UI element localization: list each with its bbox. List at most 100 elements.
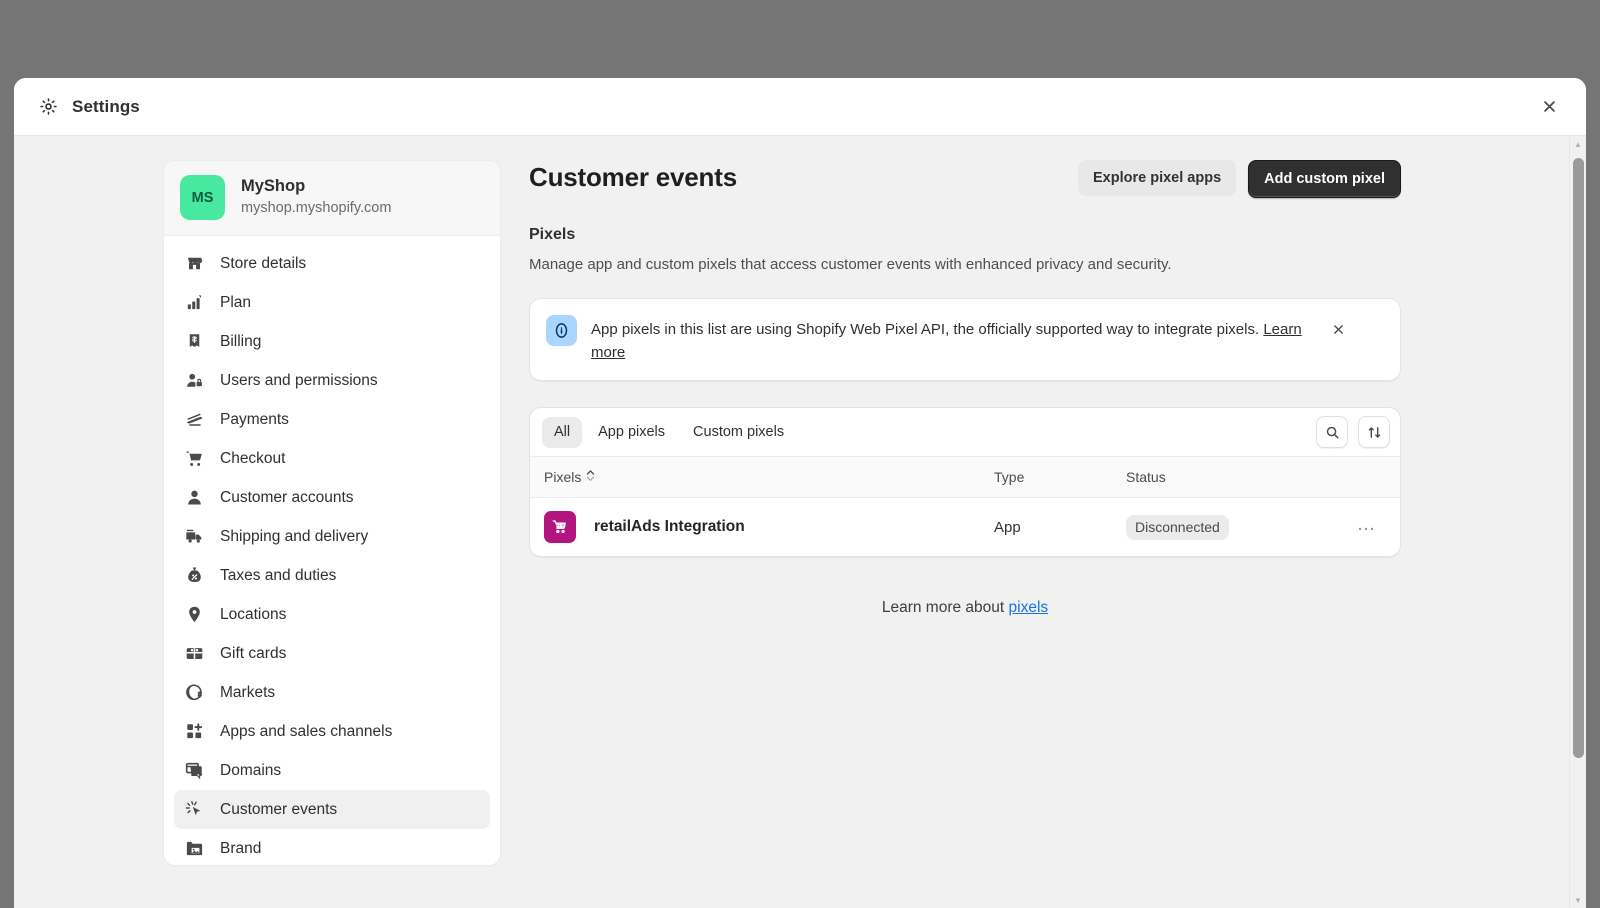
table-header-row: Pixels Type Status (530, 457, 1400, 498)
banner-message: App pixels in this list are using Shopif… (591, 321, 1263, 338)
settings-modal: Settings MS MyShop myshop.myshopify.com … (14, 78, 1586, 908)
sidebar-item-label: Store details (220, 255, 306, 273)
globe-dollar-icon (184, 683, 204, 703)
sidebar-item-label: Plan (220, 294, 251, 312)
sidebar-nav: Store details Plan Billing Users and permis… (164, 236, 500, 866)
pixels-toolbar: AllApp pixelsCustom pixels (530, 408, 1400, 457)
explore-pixel-apps-button[interactable]: Explore pixel apps (1078, 160, 1236, 196)
delivery-truck-icon (184, 527, 204, 547)
cell-actions: … (1342, 512, 1382, 542)
column-header-status: Status (1126, 469, 1342, 485)
payment-card-icon (184, 410, 204, 430)
cell-type: App (994, 519, 1126, 536)
receipt-dollar-icon (184, 332, 204, 352)
customer-events-title: Customer events (529, 160, 1066, 193)
shopping-cart-app-icon (544, 511, 576, 543)
pixels-table-body: retailAds IntegrationAppDisconnected … (530, 498, 1400, 556)
sidebar-item-label: Users and permissions (220, 372, 378, 390)
sidebar-item-payments[interactable]: Payments (174, 400, 490, 439)
sidebar-item-label: Shipping and delivery (220, 528, 368, 546)
column-header-pixels[interactable]: Pixels (544, 469, 994, 485)
column-header-type: Type (994, 469, 1126, 485)
sidebar-item-apps-and-sales-channels[interactable]: Apps and sales channels (174, 712, 490, 751)
sidebar-item-gift-cards[interactable]: Gift cards (174, 634, 490, 673)
scroll-up-arrow[interactable]: ▲ (1570, 136, 1587, 152)
sidebar-item-label: Brand (220, 840, 261, 858)
sidebar-item-store-details[interactable]: Store details (174, 244, 490, 283)
map-pin-icon (184, 605, 204, 625)
sort-caret-icon (586, 469, 595, 485)
main-content: Customer events Explore pixel apps Add c… (501, 160, 1401, 908)
gear-icon (38, 97, 58, 117)
sidebar-item-label: Locations (220, 606, 286, 624)
settings-sidebar: MS MyShop myshop.myshopify.com Store det… (163, 160, 501, 866)
scrollbar-thumb[interactable] (1573, 158, 1584, 758)
sidebar-item-customer-accounts[interactable]: Customer accounts (174, 478, 490, 517)
gift-card-icon (184, 644, 204, 664)
tab-all[interactable]: All (542, 417, 582, 448)
page-header: Customer events Explore pixel apps Add c… (529, 160, 1401, 198)
tab-custom-pixels[interactable]: Custom pixels (681, 417, 796, 448)
cell-status: Disconnected (1126, 515, 1342, 540)
sidebar-item-markets[interactable]: Markets (174, 673, 490, 712)
pixels-section-title: Pixels (529, 226, 1401, 244)
scrollbar-track[interactable] (1570, 152, 1587, 892)
sidebar-item-taxes-and-duties[interactable]: Taxes and duties (174, 556, 490, 595)
close-icon[interactable] (1534, 92, 1564, 122)
person-lock-icon (184, 371, 204, 391)
footnote-text: Learn more about (882, 599, 1009, 616)
store-icon (184, 254, 204, 274)
sidebar-item-domains[interactable]: Domains (174, 751, 490, 790)
cell-pixel-name: retailAds Integration (544, 511, 994, 543)
info-circle-icon (546, 315, 577, 346)
sidebar-item-plan[interactable]: Plan (174, 283, 490, 322)
sidebar-item-label: Gift cards (220, 645, 286, 663)
sidebar-item-label: Apps and sales channels (220, 723, 392, 741)
apps-plus-icon (184, 722, 204, 742)
person-icon (184, 488, 204, 508)
sidebar-item-label: Payments (220, 411, 289, 429)
sidebar-item-shipping-and-delivery[interactable]: Shipping and delivery (174, 517, 490, 556)
brand-image-icon (184, 839, 204, 859)
pixels-section-description: Manage app and custom pixels that access… (529, 254, 1401, 276)
more-horizontal-icon[interactable]: … (1352, 512, 1382, 542)
banner-close-icon[interactable] (1325, 317, 1351, 343)
sidebar-item-label: Domains (220, 762, 281, 780)
sidebar-item-label: Markets (220, 684, 275, 702)
sidebar-item-locations[interactable]: Locations (174, 595, 490, 634)
cursor-sparkle-icon (184, 800, 204, 820)
modal-header: Settings (14, 78, 1586, 136)
column-label-pixels: Pixels (544, 469, 581, 485)
search-icon[interactable] (1316, 416, 1348, 448)
sidebar-item-users-and-permissions[interactable]: Users and permissions (174, 361, 490, 400)
sidebar-item-brand[interactable]: Brand (174, 829, 490, 866)
vertical-scrollbar[interactable]: ▲ ▼ (1569, 136, 1586, 908)
shop-header[interactable]: MS MyShop myshop.myshopify.com (164, 161, 500, 236)
scroll-area: MS MyShop myshop.myshopify.com Store det… (14, 136, 1586, 908)
shop-url: myshop.myshopify.com (241, 198, 391, 219)
banner-text: App pixels in this list are using Shopif… (591, 315, 1311, 365)
add-custom-pixel-button[interactable]: Add custom pixel (1248, 160, 1401, 198)
shopping-cart-icon (184, 449, 204, 469)
shop-name: MyShop (241, 176, 391, 197)
sidebar-item-customer-events[interactable]: Customer events (174, 790, 490, 829)
pixels-link[interactable]: pixels (1009, 599, 1049, 616)
table-row[interactable]: retailAds IntegrationAppDisconnected … (530, 498, 1400, 556)
status-badge: Disconnected (1126, 515, 1229, 540)
pixel-tabs: AllApp pixelsCustom pixels (542, 417, 796, 448)
sidebar-item-label: Checkout (220, 450, 285, 468)
domain-window-icon (184, 761, 204, 781)
page-title: Settings (72, 97, 140, 117)
money-bag-percent-icon (184, 566, 204, 586)
tab-app-pixels[interactable]: App pixels (586, 417, 677, 448)
sort-arrows-icon[interactable] (1358, 416, 1390, 448)
sidebar-item-checkout[interactable]: Checkout (174, 439, 490, 478)
info-banner: App pixels in this list are using Shopif… (529, 298, 1401, 382)
sidebar-item-billing[interactable]: Billing (174, 322, 490, 361)
sidebar-item-label: Billing (220, 333, 261, 351)
footnote: Learn more about pixels (529, 599, 1401, 617)
chart-growth-icon (184, 293, 204, 313)
sidebar-item-label: Customer accounts (220, 489, 354, 507)
modal-body: MS MyShop myshop.myshopify.com Store det… (14, 136, 1586, 908)
scroll-down-arrow[interactable]: ▼ (1570, 892, 1587, 908)
